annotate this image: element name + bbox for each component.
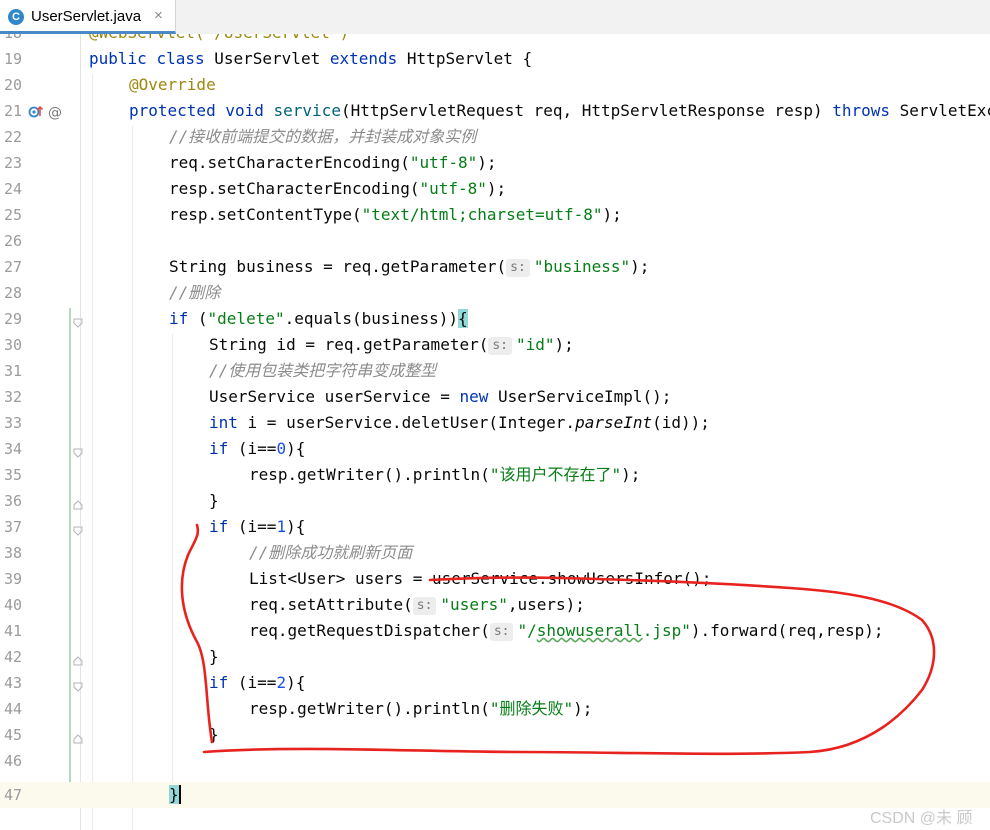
close-tab-icon[interactable]: × — [154, 7, 163, 24]
tab-label: UserServlet.java — [31, 8, 142, 25]
code-line[interactable]: 30 String id = req.getParameter(s: "id"); — [0, 332, 990, 358]
code-line[interactable]: 21 protected void service(HttpServletReq… — [0, 98, 990, 124]
code-line[interactable]: 44 resp.getWriter().println("删除失败"); — [0, 696, 990, 722]
code-line[interactable]: 41 req.getRequestDispatcher(s: "/showuser… — [0, 618, 990, 644]
code-line[interactable]: 28 //删除 — [0, 280, 990, 306]
code-line[interactable]: 39 List<User> users = userService.showUs… — [0, 566, 990, 592]
editor-tab-bar: C UserServlet.java × — [0, 0, 990, 35]
code-line[interactable]: 22 //接收前端提交的数据，并封装成对象实例 — [0, 124, 990, 150]
code-line[interactable]: 34 if (i==0){ — [0, 436, 990, 462]
param-hint: s: — [412, 597, 437, 615]
watermark: CSDN @未 顾 — [870, 810, 973, 827]
java-class-icon: C — [8, 9, 24, 25]
code-line[interactable]: 31 //使用包装类把字符串变成整型 — [0, 358, 990, 384]
code-line[interactable]: 42 } — [0, 644, 990, 670]
code-line[interactable]: 27 String business = req.getParameter(s:… — [0, 254, 990, 280]
code-line[interactable]: 36 } — [0, 488, 990, 514]
code-line[interactable]: 43 if (i==2){ — [0, 670, 990, 696]
code-line[interactable]: 24 resp.setCharacterEncoding("utf-8"); — [0, 176, 990, 202]
code-line[interactable]: 45 } — [0, 722, 990, 748]
code-line[interactable]: 46 — [0, 748, 990, 774]
code-line-current[interactable]: 47 } — [0, 782, 990, 808]
param-hint: s: — [506, 259, 530, 277]
matched-brace: { — [457, 309, 468, 328]
param-hint: s: — [489, 623, 514, 641]
tab-userservlet-java[interactable]: C UserServlet.java × — [0, 0, 176, 34]
code-line[interactable]: 19 public class UserServlet extends Http… — [0, 46, 990, 72]
code-line[interactable]: 38 //删除成功就刷新页面 — [0, 540, 990, 566]
code-line[interactable]: 37 if (i==1){ — [0, 514, 990, 540]
code-line[interactable]: 35 resp.getWriter().println("该用户不存在了"); — [0, 462, 990, 488]
code-line[interactable]: 40 req.setAttribute(s: "users",users); — [0, 592, 990, 618]
code-line[interactable]: 18 @WebServlet("/UserServlet") — [0, 34, 990, 46]
code-line[interactable]: 26 — [0, 228, 990, 254]
code-line[interactable]: 25 resp.setContentType("text/html;charse… — [0, 202, 990, 228]
code-line[interactable]: 32 UserService userService = new UserSer… — [0, 384, 990, 410]
matched-brace-caret: } — [169, 785, 181, 804]
param-hint: s: — [488, 337, 513, 355]
code-line[interactable]: 33 int i = userService.deletUser(Integer… — [0, 410, 990, 436]
code-line[interactable]: 20 @Override — [0, 72, 990, 98]
code-line[interactable]: 29 if ("delete".equals(business)){ — [0, 306, 990, 332]
code-editor[interactable]: @ 18 @WebServlet("/UserServlet") 19 publ… — [0, 34, 990, 830]
code-line[interactable]: 23 req.setCharacterEncoding("utf-8"); — [0, 150, 990, 176]
